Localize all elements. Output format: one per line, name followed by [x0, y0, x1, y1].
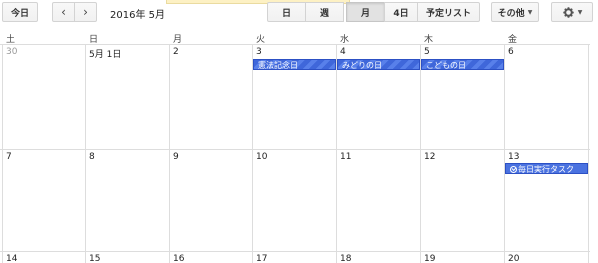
day-number[interactable]: 2 — [173, 47, 179, 57]
caret-down-icon: ▼ — [527, 8, 533, 16]
grid-line — [0, 251, 590, 252]
grid-line — [420, 44, 421, 263]
weekday-header: 土 日 月 火 水 木 金 — [0, 30, 598, 45]
day-number[interactable]: 15 — [89, 254, 100, 263]
holiday-event[interactable]: 憲法記念日 — [253, 59, 336, 70]
settings-dropdown[interactable]: ▼ — [551, 2, 593, 22]
grid-line — [2, 44, 3, 263]
grid-line — [336, 44, 337, 263]
more-dropdown[interactable]: その他 ▼ — [491, 2, 539, 22]
holiday-event[interactable]: こどもの日 — [421, 59, 504, 70]
more-label: その他 — [497, 8, 525, 19]
day-number[interactable]: 19 — [424, 254, 435, 263]
day-number[interactable]: 30 — [6, 47, 17, 57]
holiday-event[interactable]: みどりの日 — [337, 59, 420, 70]
view-month-button[interactable]: 月 — [346, 2, 385, 22]
day-number[interactable]: 13 — [508, 152, 519, 162]
day-number[interactable]: 11 — [340, 152, 351, 162]
day-number[interactable]: 6 — [508, 47, 514, 57]
chevron-left-icon: ‹ — [61, 5, 66, 19]
grid-line — [0, 44, 590, 45]
day-number[interactable]: 8 — [89, 152, 95, 162]
day-number[interactable]: 7 — [6, 152, 12, 162]
today-button[interactable]: 今日 — [2, 2, 38, 22]
calendar-toolbar: 今日 ‹ › 2016年 5月 日 週 月 4日 予定リスト その他 ▼ ▼ — [0, 0, 598, 30]
prev-button[interactable]: ‹ — [52, 2, 75, 22]
day-number[interactable]: 12 — [424, 152, 435, 162]
view-week-button[interactable]: 週 — [305, 2, 344, 22]
day-number[interactable]: 4 — [340, 47, 346, 57]
grid-line — [0, 149, 590, 150]
task-check-icon — [510, 166, 517, 173]
day-number[interactable]: 18 — [340, 254, 351, 263]
day-number[interactable]: 17 — [256, 254, 267, 263]
grid-line — [169, 44, 170, 263]
day-number[interactable]: 16 — [173, 254, 184, 263]
grid-line — [588, 44, 589, 263]
day-number[interactable]: 14 — [6, 254, 17, 263]
grid-line — [504, 44, 505, 263]
view-day-button[interactable]: 日 — [267, 2, 306, 22]
next-button[interactable]: › — [74, 2, 97, 22]
day-number[interactable]: 9 — [173, 152, 179, 162]
task-event-label: 毎日実行タスク — [518, 165, 574, 174]
task-event[interactable]: 毎日実行タスク — [505, 163, 588, 174]
view-agenda-button[interactable]: 予定リスト — [417, 2, 480, 22]
chevron-right-icon: › — [83, 5, 88, 19]
day-number[interactable]: 10 — [256, 152, 267, 162]
date-range-title: 2016年 5月 — [110, 10, 165, 21]
grid-line — [85, 44, 86, 263]
view-4days-button[interactable]: 4日 — [384, 2, 418, 22]
day-number[interactable]: 20 — [508, 254, 519, 263]
grid-line — [252, 44, 253, 263]
day-number[interactable]: 5 — [424, 47, 430, 57]
day-number[interactable]: 5月 1日 — [89, 47, 121, 60]
day-number[interactable]: 3 — [256, 47, 262, 57]
caret-down-icon: ▼ — [577, 8, 583, 16]
gear-icon — [562, 6, 574, 18]
